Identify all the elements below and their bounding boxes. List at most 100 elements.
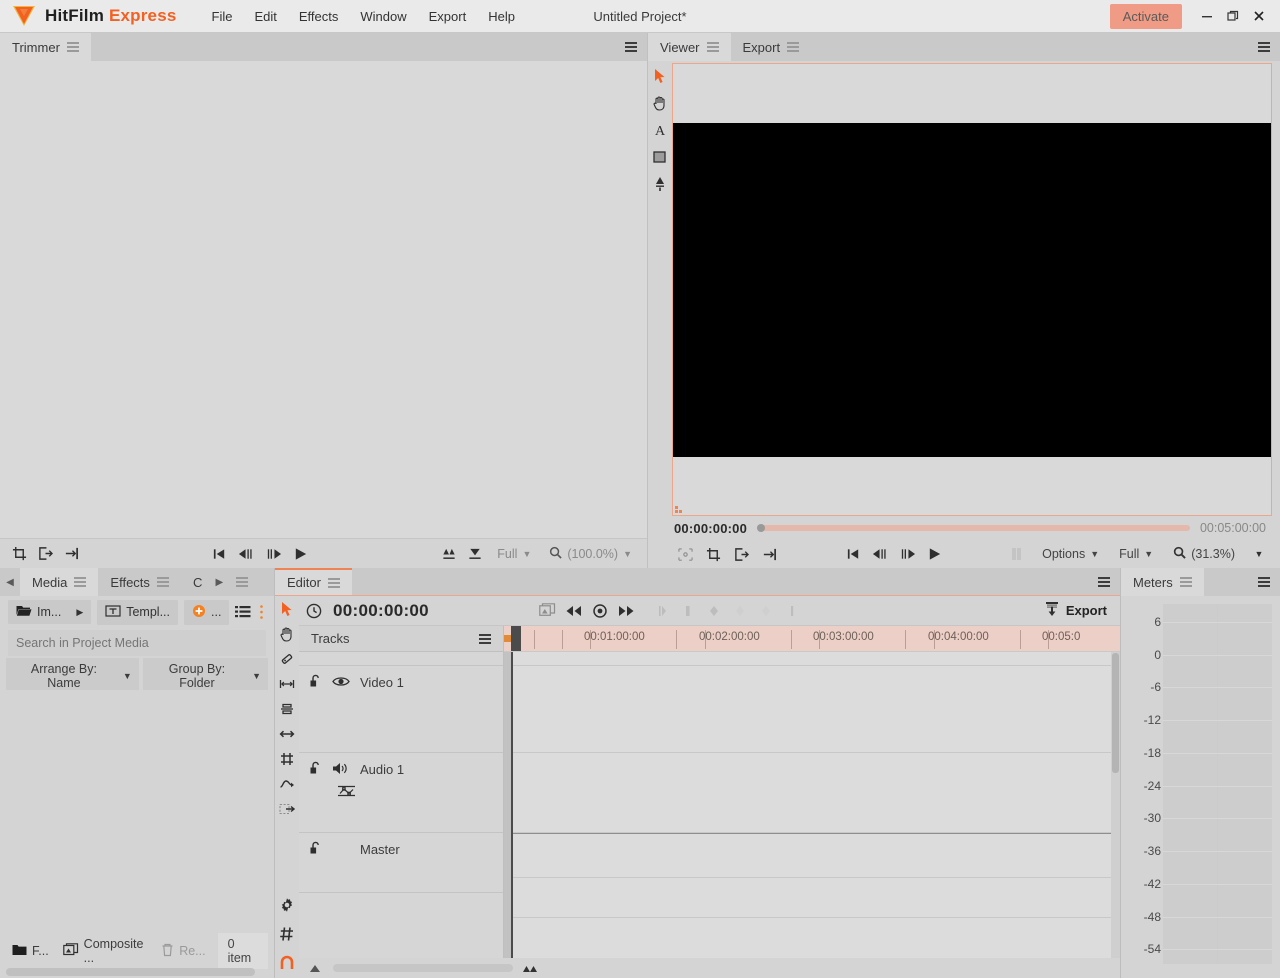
media-horizontal-scrollbar[interactable] [0, 966, 274, 978]
tab-editor[interactable]: Editor [275, 568, 352, 595]
timeline-tracks-area[interactable] [504, 652, 1120, 958]
menu-file[interactable]: File [201, 5, 244, 28]
trimmer-quality-dropdown[interactable]: Full ▼ [490, 545, 538, 563]
remove-button[interactable]: Re... [155, 940, 211, 963]
menu-edit[interactable]: Edit [243, 5, 287, 28]
menu-help[interactable]: Help [477, 5, 526, 28]
trimmer-panel-menu[interactable] [615, 33, 647, 61]
keyframe-diamond-2-icon[interactable] [755, 601, 777, 621]
zoom-out-icon[interactable] [305, 958, 327, 978]
timeline-ruler-playhead[interactable] [511, 626, 521, 651]
transform-tool-icon[interactable] [278, 750, 296, 768]
search-input[interactable] [8, 630, 266, 656]
rate-stretch-tool-icon[interactable] [278, 775, 296, 793]
tab-scroll-right-icon[interactable]: ▶ [209, 577, 229, 588]
lock-open-icon[interactable] [309, 674, 322, 691]
track-header-master[interactable]: Master [299, 833, 503, 893]
trimmer-go-to-start-button[interactable] [209, 544, 231, 564]
viewer-step-forward-button[interactable] [896, 544, 918, 564]
tracks-menu-icon[interactable] [479, 633, 491, 645]
tab-scroll-left-icon[interactable]: ◀ [0, 568, 20, 596]
next-keyframe-icon[interactable] [703, 601, 725, 621]
export-tab-menu-icon[interactable] [787, 41, 800, 53]
media-item-list[interactable] [0, 690, 274, 936]
rectangle-tool-icon[interactable] [651, 148, 669, 166]
eye-icon[interactable] [332, 675, 350, 691]
hand-tool-icon[interactable] [651, 94, 669, 112]
viewer-play-button[interactable] [923, 544, 945, 564]
trimmer-step-forward-button[interactable] [263, 544, 285, 564]
editor-record-icon[interactable] [589, 601, 611, 621]
trimmer-tab-menu-icon[interactable] [66, 41, 79, 53]
tab-effects[interactable]: Effects [98, 568, 181, 596]
previous-keyframe-icon[interactable] [651, 601, 673, 621]
ripple-tool-icon[interactable] [278, 725, 296, 743]
timeline-vertical-scrollbar[interactable] [1111, 652, 1120, 958]
new-item-button[interactable]: ... [184, 599, 230, 625]
media-overflow-menu-icon[interactable] [257, 602, 266, 622]
menu-effects[interactable]: Effects [288, 5, 350, 28]
tab-controls[interactable]: C ▶ [181, 568, 260, 596]
menu-export[interactable]: Export [418, 5, 478, 28]
media-tab-menu-icon[interactable] [74, 576, 87, 588]
editor-timecode[interactable]: 00:00:00:00 [333, 601, 429, 621]
tab-trimmer[interactable]: Trimmer [0, 33, 91, 61]
track-header-video-1[interactable]: Video 1 [299, 666, 503, 753]
editor-panel-menu[interactable] [1088, 568, 1120, 595]
timeline-ruler[interactable]: 00:01:00:00 00:02:00:00 00:03:00:00 00:0… [504, 626, 1120, 652]
viewer-set-out-point-icon[interactable] [730, 544, 752, 564]
timeline-playhead[interactable] [511, 652, 513, 958]
viewer-set-in-point-icon[interactable] [758, 544, 780, 564]
settings-gear-icon[interactable] [278, 896, 296, 914]
meters-tab-menu-icon[interactable] [1179, 576, 1192, 588]
slip-tool-icon[interactable] [278, 675, 296, 693]
viewer-canvas[interactable] [672, 63, 1272, 516]
activate-button[interactable]: Activate [1109, 3, 1182, 29]
select-tool-icon[interactable] [651, 67, 669, 85]
timeline-row-audio-1[interactable] [504, 753, 1120, 833]
text-tool-icon[interactable]: A [651, 121, 669, 139]
viewer-step-back-button[interactable] [869, 544, 891, 564]
viewer-options-dropdown[interactable]: Options ▼ [1035, 545, 1106, 563]
viewer-grid-icon[interactable] [1007, 544, 1029, 564]
meters-panel-menu[interactable] [1248, 568, 1280, 596]
trimmer-step-back-button[interactable] [236, 544, 258, 564]
tab-meters[interactable]: Meters [1121, 568, 1204, 596]
crop-tool-icon[interactable] [278, 800, 296, 818]
safe-areas-icon[interactable] [674, 544, 696, 564]
viewer-tab-menu-icon[interactable] [706, 41, 719, 53]
maximize-button[interactable] [1220, 3, 1246, 29]
select-tool-icon[interactable] [278, 600, 296, 618]
tab-media[interactable]: Media [20, 568, 99, 596]
viewer-playhead-handle[interactable] [757, 524, 766, 532]
list-view-icon[interactable] [235, 602, 251, 622]
lock-open-icon[interactable] [309, 841, 322, 858]
editor-forward-icon[interactable] [615, 601, 637, 621]
tab-viewer[interactable]: Viewer [648, 33, 731, 61]
group-by-dropdown[interactable]: Group By: Folder ▼ [142, 658, 268, 694]
viewer-panel-menu[interactable] [1248, 33, 1280, 61]
viewer-zoom-dropdown[interactable]: (31.3%) [1166, 544, 1242, 564]
slide-tool-icon[interactable] [278, 700, 296, 718]
pen-tool-icon[interactable] [651, 175, 669, 193]
magnet-snapping-icon[interactable] [278, 954, 296, 972]
lock-open-icon[interactable] [309, 761, 322, 778]
controls-tab-menu-icon[interactable] [236, 576, 249, 588]
new-composite-shot-icon[interactable] [537, 601, 559, 621]
timeline-left-scrollbar[interactable] [504, 652, 511, 958]
close-button[interactable] [1246, 3, 1272, 29]
tab-export[interactable]: Export [731, 33, 812, 61]
viewer-crop-icon[interactable] [702, 544, 724, 564]
minimize-button[interactable] [1194, 3, 1220, 29]
editor-tab-menu-icon[interactable] [327, 577, 340, 589]
add-keyframe-icon[interactable] [677, 601, 699, 621]
trimmer-zoom-dropdown[interactable]: (100.0%) ▼ [542, 544, 639, 564]
timeline-row-extra[interactable] [504, 878, 1120, 918]
editor-rewind-icon[interactable] [563, 601, 585, 621]
new-folder-button[interactable]: F... [6, 941, 55, 962]
viewer-quality-dropdown[interactable]: Full ▼ [1112, 545, 1160, 563]
timeline-horizontal-scrollbar[interactable] [333, 964, 513, 972]
marker-icon[interactable] [781, 601, 803, 621]
audio-keyframe-icon[interactable] [337, 785, 356, 801]
menu-window[interactable]: Window [349, 5, 417, 28]
